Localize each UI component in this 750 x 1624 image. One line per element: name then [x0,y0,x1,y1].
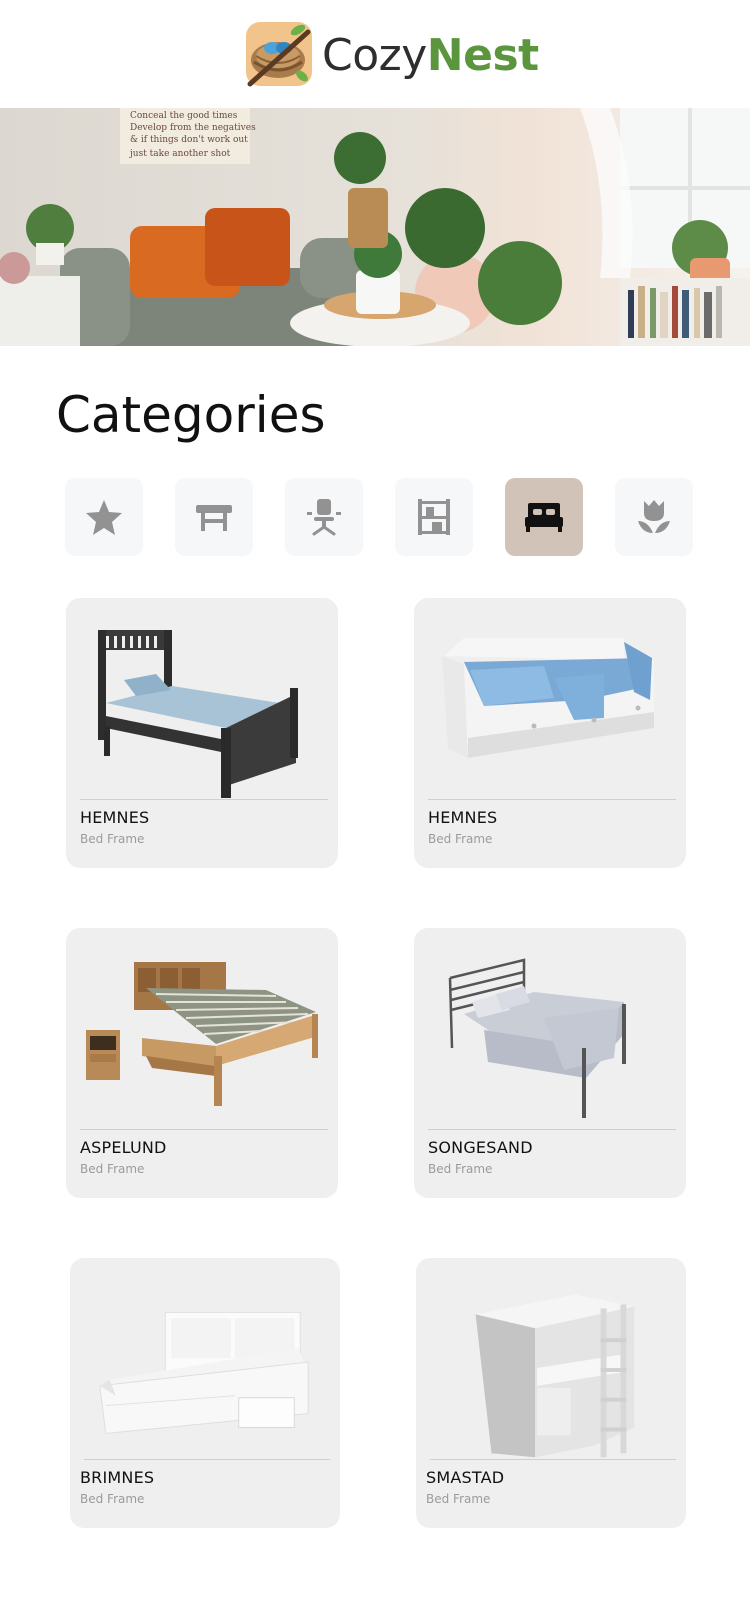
brand-part-1: Cozy [322,30,427,81]
categories-title: Categories [56,386,326,444]
nest-logo-icon [246,22,312,87]
product-type: Bed Frame [80,1162,145,1176]
card-divider [80,799,328,800]
product-name: SONGESAND [428,1138,533,1157]
category-storage-button[interactable] [395,478,473,556]
card-divider [428,1129,676,1130]
product-image-smastad [475,1294,635,1458]
svg-text:just take another shot: just take another shot [129,149,231,159]
product-name: ASPELUND [80,1138,167,1157]
app-header: CozyNest [0,0,750,108]
card-divider [430,1459,676,1460]
bed-icon [525,503,563,532]
brand-name: CozyNest [322,28,539,84]
product-type: Bed Frame [80,832,145,846]
product-type: Bed Frame [428,832,493,846]
product-name: SMASTAD [426,1468,505,1487]
table-icon [196,505,232,531]
category-bar [0,478,750,556]
product-card[interactable]: ASPELUND Bed Frame [66,928,338,1198]
category-chairs-button[interactable] [285,478,363,556]
card-divider [428,799,676,800]
product-card[interactable]: SONGESAND Bed Frame [414,928,686,1198]
svg-text:& if things don't work out: & if things don't work out [130,135,248,145]
brand-part-2: Nest [426,30,539,81]
product-image-songesand [448,958,626,1118]
category-featured-button[interactable] [65,478,143,556]
tulip-icon [638,500,670,533]
product-name: HEMNES [80,808,150,827]
product-card[interactable]: BRIMNES Bed Frame [70,1258,340,1528]
category-beds-button[interactable] [505,478,583,556]
category-decor-button[interactable] [615,478,693,556]
office-chair-icon [307,499,341,536]
shelf-icon [418,499,450,535]
product-type: Bed Frame [426,1492,491,1506]
svg-text:Develop from the negatives: Develop from the negatives [130,123,256,133]
card-divider [80,1129,328,1130]
product-card[interactable]: HEMNES Bed Frame [66,598,338,868]
svg-text:Conceal the good times: Conceal the good times [130,111,238,121]
product-image-brimnes [99,1311,309,1434]
card-divider [84,1459,330,1460]
category-tables-button[interactable] [175,478,253,556]
product-name: HEMNES [428,808,498,827]
product-card[interactable]: SMASTAD Bed Frame [416,1258,686,1528]
product-image-hemnes-black [98,630,298,798]
product-type: Bed Frame [80,1492,145,1506]
product-image-hemnes-daybed [442,638,654,758]
product-image-aspelund [86,962,318,1106]
hero-banner-image: Conceal the good times Develop from the … [0,108,750,346]
product-type: Bed Frame [428,1162,493,1176]
product-name: BRIMNES [80,1468,155,1487]
star-icon [86,500,122,535]
product-card[interactable]: HEMNES Bed Frame [414,598,686,868]
